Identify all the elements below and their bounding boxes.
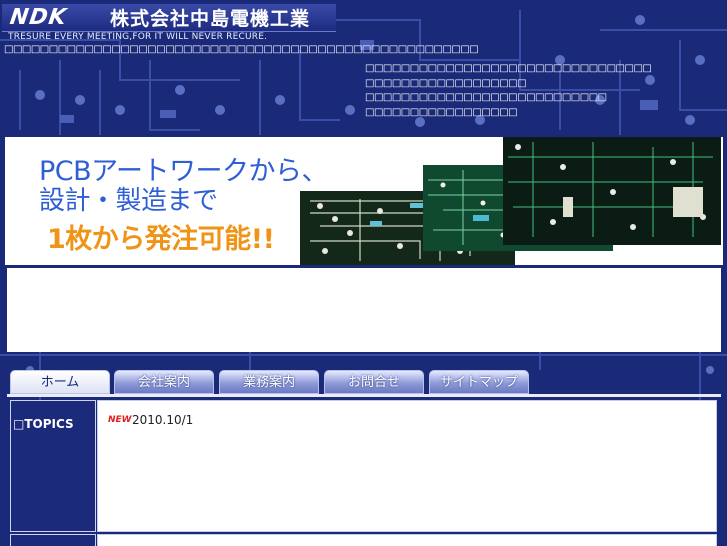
nav-tab-contact[interactable]: お問合せ	[324, 370, 424, 394]
garbled-text-line: □□□□□□□□□□□□□□□□□	[365, 106, 518, 118]
hero-banner: PCBアートワークから、 設計・製造まで 1枚から発注可能!!	[5, 137, 723, 265]
new-badge: NEW	[108, 415, 132, 425]
content-section-2	[97, 534, 717, 546]
topics-sidebar: □TOPICS	[10, 400, 96, 532]
nav-underline	[7, 394, 721, 397]
banner-headline-3: 1枚から発注可能!!	[47, 224, 275, 255]
garbled-text-line: □□□□□□□□□□□□□□□□□□□□□□□□□□□□□□□□	[365, 63, 652, 74]
nav-tab-company[interactable]: 会社案内	[114, 370, 214, 394]
garbled-description: □□□□□□□□□□□□□□□□□□□□□□□□□□□□□□□□□□□□□□□□…	[4, 44, 479, 55]
sidebar-section-2	[10, 534, 96, 546]
garbled-text-line: □□□□□□□□□□□□□□□□□□□□□□□□□□□	[365, 92, 607, 103]
nav-tab-home[interactable]: ホーム	[10, 370, 110, 394]
ndk-logo-mark: NDK	[8, 5, 69, 30]
site-logo[interactable]: NDK 株式会社中島電機工業	[2, 4, 336, 32]
tagline: TRESURE EVERY MEETING,FOR IT WILL NEVER …	[8, 32, 268, 42]
topics-panel: NEW 2010.10/1	[97, 400, 717, 532]
pcb-photo-3	[503, 137, 721, 245]
banner-headline-2: 設計・製造まで	[39, 186, 218, 216]
blank-content-panel	[7, 268, 721, 352]
garbled-text-block: □□□□□□□□□□□□□□□□□□□□□□□□□□□□□□□□ □□□□□□□…	[365, 62, 652, 120]
nav-tab-services[interactable]: 業務案内	[219, 370, 319, 394]
news-item-date[interactable]: 2010.10/1	[132, 413, 193, 427]
company-name: 株式会社中島電機工業	[110, 8, 311, 30]
garbled-text-line: □□□□□□□□□□□□□□□□□□	[365, 77, 527, 89]
topics-heading: □TOPICS	[13, 417, 74, 431]
nav-tab-sitemap[interactable]: サイトマップ	[429, 370, 529, 394]
